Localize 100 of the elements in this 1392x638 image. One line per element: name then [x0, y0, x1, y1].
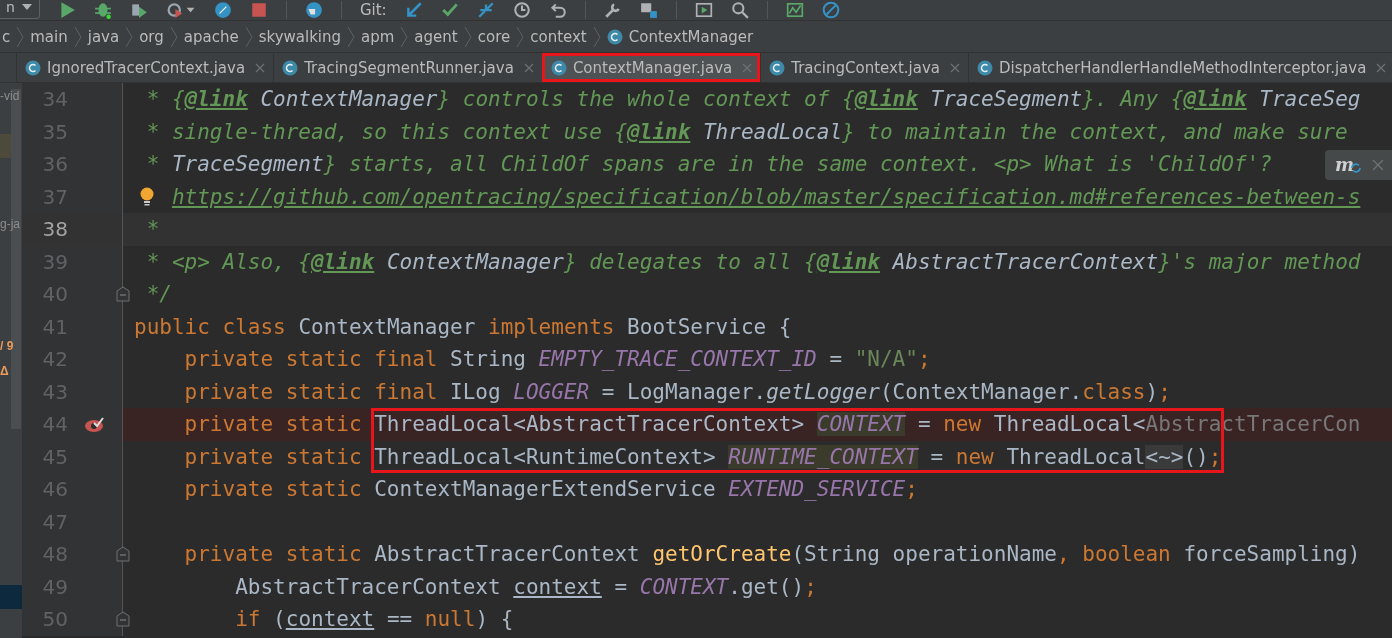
chevron-icon: [516, 25, 525, 48]
method-call: getLogger: [766, 379, 880, 404]
code-comment: * {: [145, 87, 185, 112]
breadcrumb-item[interactable]: core: [477, 27, 511, 46]
doc-reference: AbstractTracerContext: [891, 249, 1159, 274]
project-tree-text: / 9: [0, 339, 14, 353]
code-comment: } to maintain the context, and make sure: [842, 119, 1348, 144]
doc-tag: @link: [854, 87, 918, 112]
editor-tab[interactable]: TracingContext.java: [760, 53, 968, 82]
code-keyword: ;: [1208, 444, 1222, 469]
commit-check-icon[interactable]: [440, 1, 459, 19]
project-tree-text: Δ: [0, 364, 9, 378]
code-text: (String operationName: [791, 542, 1057, 567]
search-icon[interactable]: [730, 1, 749, 19]
chevron-icon: [592, 25, 601, 48]
editor-tab[interactable]: ContextManager.java: [541, 53, 761, 82]
class-icon: [282, 59, 299, 76]
close-icon[interactable]: [1376, 62, 1387, 73]
lightbulb-icon[interactable]: [139, 186, 155, 207]
breadcrumb-item[interactable]: apache: [183, 27, 239, 46]
editor-tab[interactable]: DispatcherHandlerHandleMethodInterceptor.java: [967, 53, 1392, 82]
chevron-icon: [463, 25, 472, 48]
breadcrumb-item[interactable]: main: [30, 27, 68, 46]
folded-type[interactable]: <~>: [1145, 444, 1184, 469]
code-comment: } controls the whole context of {: [437, 87, 855, 112]
code-text: ContextManager: [298, 314, 477, 339]
coverage-icon[interactable]: [129, 1, 148, 19]
doc-reference: ThreadLocal: [701, 119, 843, 144]
code-text: =: [828, 347, 844, 372]
chart-icon[interactable]: [785, 1, 804, 19]
doc-tag: @link: [311, 249, 375, 274]
stop-icon[interactable]: [249, 1, 268, 19]
doc-tag: @link: [627, 119, 691, 144]
code-text: ContextManagerExtendService: [374, 477, 717, 502]
doc-reference: TraceSeg: [1258, 87, 1361, 112]
merge-arrows-icon[interactable]: [476, 1, 495, 19]
code-text: ThreadLocal<AbstractTracerContext>: [374, 412, 806, 437]
breadcrumb-item[interactable]: org: [139, 27, 164, 46]
fold-marker-icon[interactable]: [116, 286, 130, 303]
doc-link[interactable]: https://github.com/opentracing/specification/blob/master/specification.md#references-between-s: [171, 184, 1361, 209]
breadcrumb-item[interactable]: c: [2, 27, 11, 46]
doc-tag: @link: [1183, 87, 1247, 112]
code-text: =: [916, 412, 932, 437]
run-config-dropdown[interactable]: n: [0, 0, 40, 19]
code-keyword: if: [234, 607, 262, 632]
doc-reference: TraceSegment: [171, 152, 324, 177]
code-comment: */: [145, 282, 172, 307]
code-keyword: new: [955, 444, 995, 469]
history-icon[interactable]: [512, 1, 531, 19]
code-text: ==: [385, 607, 414, 632]
close-icon[interactable]: [949, 62, 960, 73]
maven-reload-button[interactable]: m: [1334, 156, 1362, 174]
code-keyword: , boolean: [1056, 542, 1172, 567]
wrench-icon[interactable]: [603, 1, 622, 19]
fold-marker-icon[interactable]: [116, 611, 130, 628]
code-keyword: private static: [183, 444, 363, 469]
doc-reference: ContextManager: [259, 87, 438, 112]
breadcrumb-item[interactable]: java: [87, 27, 120, 46]
code-text: =: [613, 574, 629, 599]
editor-tab[interactable]: IgnoredTracerContext.java: [16, 53, 274, 82]
preview-icon[interactable]: [694, 1, 713, 19]
code-keyword: private static final: [183, 379, 439, 404]
undo-icon[interactable]: [548, 1, 567, 19]
breadcrumb-item[interactable]: agent: [414, 27, 458, 46]
code-comment: *: [145, 152, 161, 177]
structure-icon[interactable]: [639, 1, 658, 19]
editor-tab[interactable]: TracingSegmentRunner.java: [273, 53, 542, 82]
breadcrumb-item[interactable]: skywalking: [258, 27, 342, 46]
breadcrumb-item[interactable]: context: [530, 27, 587, 46]
doc-reference: ContextManager: [385, 249, 564, 274]
code-keyword: private static: [183, 412, 363, 437]
breadcrumb-item[interactable]: apm: [361, 27, 395, 46]
debug-icon[interactable]: [93, 1, 112, 19]
local-variable: context: [513, 574, 602, 599]
breadcrumb-item[interactable]: ContextManager: [628, 27, 754, 46]
class-icon: [606, 28, 623, 45]
chevron-icon: [244, 25, 253, 48]
class-icon: [769, 59, 786, 76]
fold-marker-icon[interactable]: [116, 546, 130, 563]
code-keyword: ;: [804, 574, 817, 599]
code-text: = LogManager.: [600, 379, 767, 404]
line-number: 38: [41, 217, 68, 242]
compass-icon[interactable]: [213, 1, 232, 19]
update-arrow-icon[interactable]: [404, 1, 423, 19]
project-tree-text: -vid: [0, 89, 20, 103]
code-keyword: private static: [183, 477, 363, 502]
code-text: .get(): [728, 574, 805, 599]
code-text: (ContextManager.: [879, 379, 1083, 404]
breakpoint-icon[interactable]: [84, 415, 106, 434]
close-icon[interactable]: [523, 62, 534, 73]
caret-icon[interactable]: [20, 2, 33, 11]
globe-icon[interactable]: [304, 1, 323, 19]
disable-icon[interactable]: [821, 1, 840, 19]
code-comment: } delegates to all {: [563, 249, 817, 274]
code-text: ILog: [450, 379, 502, 404]
doc-tag: @link: [816, 249, 880, 274]
close-icon[interactable]: [255, 62, 266, 73]
profiler-icon[interactable]: [165, 1, 196, 19]
code-text: =: [929, 444, 945, 469]
code-comment: } starts, all ChildOf spans are in the same context. <p> What is 'ChildOf'?: [323, 152, 1272, 177]
